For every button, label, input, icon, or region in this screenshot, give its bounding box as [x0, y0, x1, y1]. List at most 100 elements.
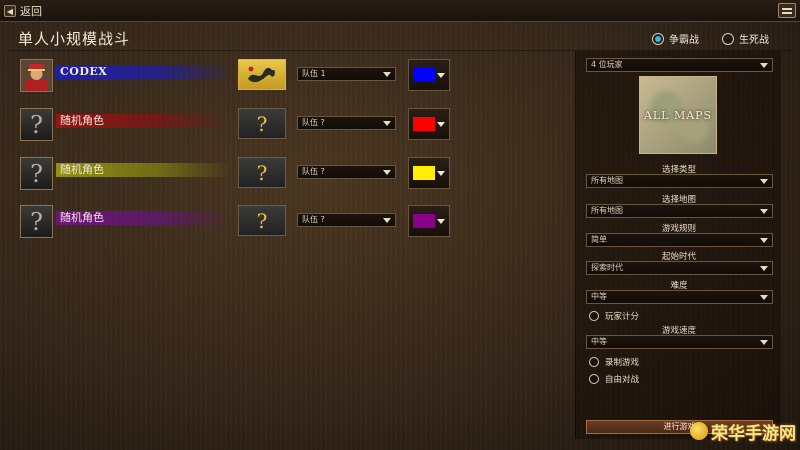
watermark-logo-icon	[690, 422, 708, 440]
chevron-down-icon	[437, 73, 445, 78]
question-mark-icon: ?	[30, 110, 43, 139]
player-portrait[interactable]	[20, 59, 53, 92]
chevron-down-icon	[383, 170, 391, 175]
player-name-banner: 随机角色	[56, 114, 232, 128]
player-name: 随机角色	[60, 163, 104, 176]
player-name-banner: 随机角色	[56, 163, 232, 177]
start-age-value: 探索时代	[591, 263, 623, 272]
color-picker[interactable]	[408, 205, 450, 237]
player-portrait[interactable]: ?	[20, 205, 53, 238]
color-picker[interactable]	[408, 157, 450, 189]
player-count-value: 4 位玩家	[591, 60, 623, 69]
map-type-value: 所有地图	[591, 176, 623, 185]
player-row: ? 随机角色 ? 队伍 ?	[20, 205, 460, 241]
map-type-dropdown[interactable]: 所有地图	[586, 174, 773, 188]
question-mark-icon: ?	[256, 111, 268, 136]
team-dropdown[interactable]: 队伍 ?	[297, 165, 396, 179]
player-name: 随机角色	[60, 114, 104, 127]
chevron-down-icon	[383, 72, 391, 77]
record-label: 录制游戏	[605, 358, 640, 368]
map-dropdown[interactable]: 所有地图	[586, 204, 773, 218]
team-value: 队伍 ?	[302, 215, 325, 224]
watermark-text: 荣华手游网	[711, 423, 796, 444]
player-name: 随机角色	[60, 211, 104, 224]
back-arrow-icon: ◀	[4, 5, 16, 17]
team-value: 队伍 1	[302, 69, 326, 78]
radio-empty-icon	[589, 374, 599, 384]
chevron-down-icon	[437, 171, 445, 176]
player-count-dropdown[interactable]: 4 位玩家	[586, 58, 773, 72]
leader-portrait-icon	[21, 60, 52, 91]
speed-dropdown[interactable]: 中等	[586, 335, 773, 349]
speed-value: 中等	[591, 337, 607, 346]
team-dropdown[interactable]: 队伍 ?	[297, 213, 396, 227]
player-name: CODEX	[60, 65, 108, 78]
color-swatch	[413, 68, 435, 82]
menu-button[interactable]	[778, 3, 796, 18]
map-value: 所有地图	[591, 206, 623, 215]
mode-radio-supremacy[interactable]: 争霸战	[652, 31, 699, 46]
record-option[interactable]: 录制游戏	[589, 356, 639, 368]
team-value: 队伍 ?	[302, 167, 325, 176]
player-row: ? 随机角色 ? 队伍 ?	[20, 157, 460, 193]
menu-icon	[782, 7, 792, 10]
radio-empty-icon	[589, 357, 599, 367]
player-name-banner: CODEX	[56, 65, 232, 79]
score-option[interactable]: 玩家计分	[589, 310, 639, 322]
player-row: ? 随机角色 ? 队伍 ?	[20, 108, 460, 144]
civ-selector[interactable]: ?	[238, 157, 286, 188]
question-mark-icon: ?	[256, 208, 268, 233]
question-mark-icon: ?	[256, 160, 268, 185]
player-portrait[interactable]: ?	[20, 108, 53, 141]
civ-selector[interactable]: ?	[238, 108, 286, 139]
question-mark-icon: ?	[30, 207, 43, 236]
chevron-down-icon	[383, 121, 391, 126]
team-value: 队伍 ?	[302, 118, 325, 127]
freeforall-label: 自由对战	[605, 375, 640, 385]
player-name-banner: 随机角色	[56, 211, 232, 225]
color-swatch	[413, 214, 435, 228]
rules-value: 简单	[591, 235, 607, 244]
player-portrait[interactable]: ?	[20, 157, 53, 190]
color-picker[interactable]	[408, 59, 450, 91]
top-bar: ◀ 返回	[0, 0, 800, 22]
radio-selected-icon	[652, 32, 664, 45]
watermark: 荣华手游网	[690, 416, 796, 446]
player-row: CODEX 队伍 1	[20, 59, 460, 95]
color-swatch	[413, 117, 435, 131]
color-swatch	[413, 166, 435, 180]
map-preview: ALL MAPS	[639, 76, 717, 154]
chevron-down-icon	[437, 122, 445, 127]
chevron-down-icon	[760, 266, 768, 271]
score-label: 玩家计分	[605, 312, 640, 322]
back-button[interactable]: ◀ 返回	[4, 3, 42, 19]
game-settings-panel: 4 位玩家 ALL MAPS 选择类型 所有地图 选择地图 所有地图 游戏规则 …	[575, 51, 781, 439]
chevron-down-icon	[760, 179, 768, 184]
civ-selector[interactable]: ?	[238, 205, 286, 236]
chevron-down-icon	[760, 295, 768, 300]
color-picker[interactable]	[408, 108, 450, 140]
difficulty-dropdown[interactable]: 中等	[586, 290, 773, 304]
team-dropdown[interactable]: 队伍 ?	[297, 116, 396, 130]
mode-label-supremacy: 争霸战	[669, 35, 699, 46]
back-label: 返回	[20, 5, 42, 18]
chevron-down-icon	[437, 219, 445, 224]
mode-radio-deathmatch[interactable]: 生死战	[722, 31, 769, 46]
radio-empty-icon	[722, 32, 734, 45]
chevron-down-icon	[383, 218, 391, 223]
civ-selector[interactable]	[238, 59, 286, 90]
chevron-down-icon	[760, 63, 768, 68]
team-dropdown[interactable]: 队伍 1	[297, 67, 396, 81]
radio-empty-icon	[589, 311, 599, 321]
freeforall-option[interactable]: 自由对战	[589, 373, 639, 385]
rules-dropdown[interactable]: 简单	[586, 233, 773, 247]
question-mark-icon: ?	[30, 159, 43, 188]
difficulty-value: 中等	[591, 292, 607, 301]
chevron-down-icon	[760, 340, 768, 345]
page-title: 单人小规模战斗	[18, 30, 131, 48]
map-preview-text: ALL MAPS	[643, 108, 713, 122]
chevron-down-icon	[760, 209, 768, 214]
start-age-dropdown[interactable]: 探索时代	[586, 261, 773, 275]
mode-label-deathmatch: 生死战	[739, 35, 769, 46]
chevron-down-icon	[760, 238, 768, 243]
